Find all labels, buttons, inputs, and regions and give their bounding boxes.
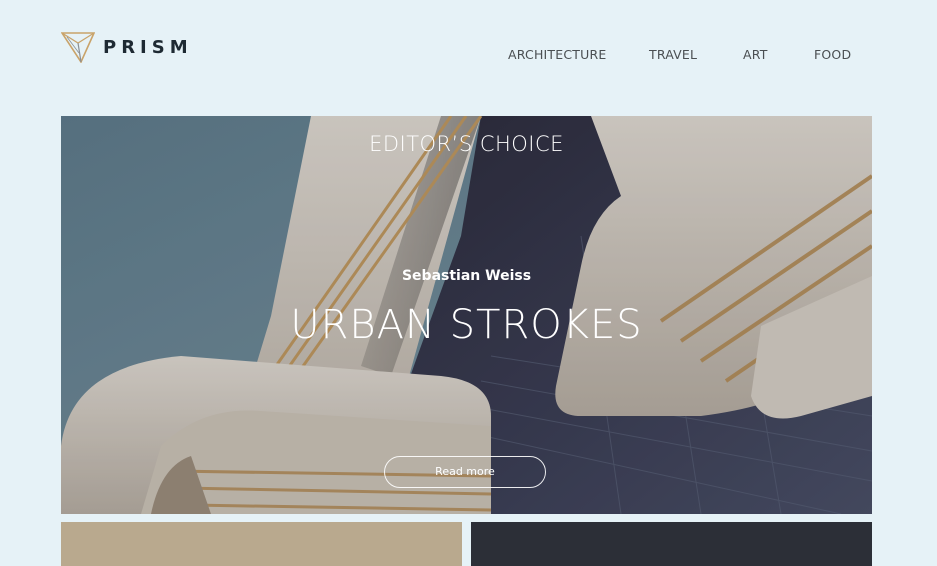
main-nav: ARCHITECTURE TRAVEL ART FOOD	[0, 47, 937, 65]
page: PRISM ARCHITECTURE TRAVEL ART FOOD EDITO…	[0, 0, 937, 566]
nav-item-travel[interactable]: TRAVEL	[649, 47, 697, 62]
nav-item-architecture[interactable]: ARCHITECTURE	[508, 47, 606, 62]
hero-author[interactable]: Sebastian Weiss	[61, 268, 872, 284]
article-card-right[interactable]	[471, 522, 872, 566]
read-more-button[interactable]: Read more	[384, 456, 546, 488]
hero-banner: EDITOR’S CHOICE Sebastian Weiss URBAN ST…	[61, 116, 872, 514]
hero-section-label: EDITOR’S CHOICE	[369, 132, 564, 156]
article-card-left[interactable]	[61, 522, 462, 566]
nav-item-art[interactable]: ART	[743, 47, 768, 62]
nav-item-food[interactable]: FOOD	[814, 47, 851, 62]
hero-title[interactable]: URBAN STROKES	[61, 302, 872, 348]
